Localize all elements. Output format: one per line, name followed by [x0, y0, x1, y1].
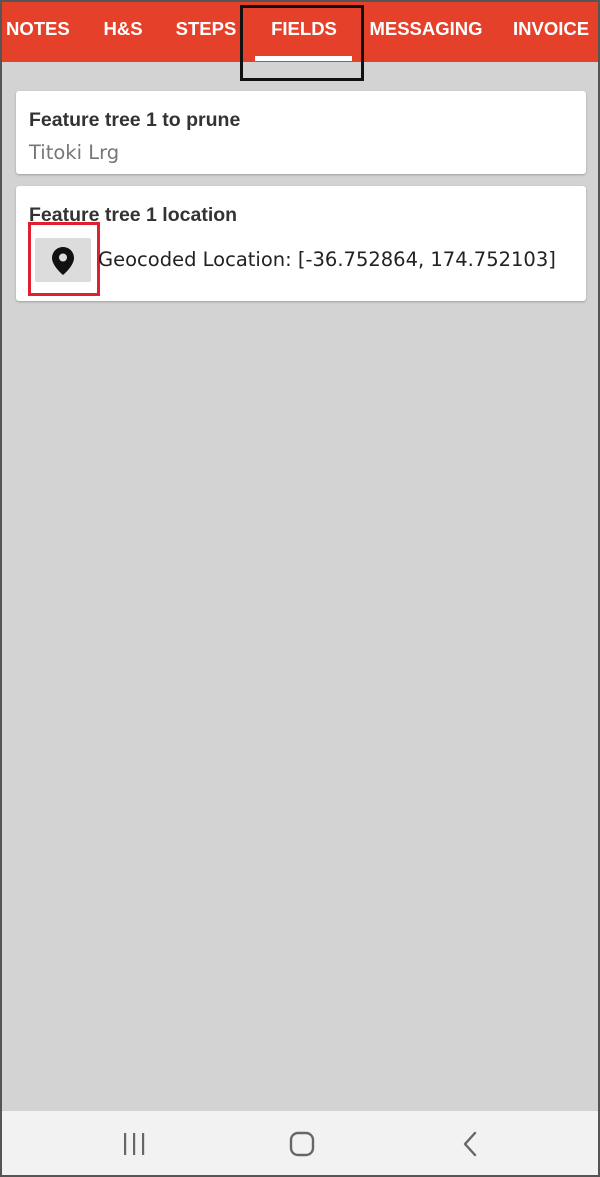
back-button[interactable]	[450, 1129, 490, 1159]
tab-hs[interactable]: H&S	[94, 2, 152, 62]
tab-messaging[interactable]: MESSAGING	[364, 2, 488, 62]
tab-invoice[interactable]: INVOICE	[508, 2, 598, 62]
tab-fields[interactable]: FIELDS	[254, 2, 354, 62]
app-screen: NOTES H&S STEPS FIELDS MESSAGING INVOICE…	[0, 0, 600, 1177]
field-title: Feature tree 1 to prune	[29, 109, 241, 131]
field-card-prune: Feature tree 1 to prune Titoki Lrg	[16, 91, 586, 174]
tab-notes[interactable]: NOTES	[2, 2, 76, 62]
field-card-location: Feature tree 1 location Geocoded Locatio…	[16, 186, 586, 301]
location-button[interactable]	[35, 238, 91, 282]
field-title: Feature tree 1 location	[29, 204, 238, 226]
field-value: Titoki Lrg	[29, 141, 120, 164]
map-pin-icon	[52, 247, 74, 275]
geocoded-location: Geocoded Location: [-36.752864, 174.7521…	[98, 248, 556, 271]
recents-icon	[124, 1133, 145, 1155]
active-tab-indicator	[255, 56, 352, 61]
tab-steps[interactable]: STEPS	[170, 2, 242, 62]
home-icon	[289, 1131, 315, 1157]
tab-bar: NOTES H&S STEPS FIELDS MESSAGING INVOICE	[2, 2, 598, 62]
home-button[interactable]	[282, 1129, 322, 1159]
system-nav-bar	[2, 1111, 598, 1175]
back-icon	[463, 1131, 477, 1157]
recents-button[interactable]	[114, 1129, 154, 1159]
